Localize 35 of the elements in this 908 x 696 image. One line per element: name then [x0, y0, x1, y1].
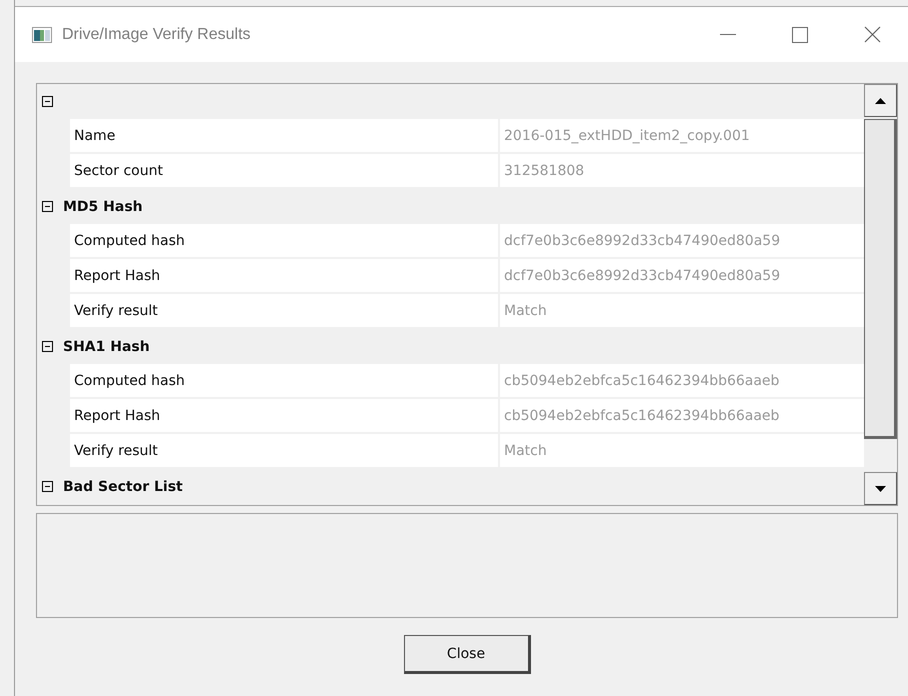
property-name: Report Hash	[70, 399, 500, 432]
group-title: SHA1 Hash	[63, 338, 150, 354]
group-title: MD5 Hash	[63, 198, 143, 214]
collapse-icon[interactable]	[42, 201, 53, 212]
property-name: Name	[70, 119, 500, 152]
scroll-down-button[interactable]	[864, 472, 897, 505]
property-name: Report Hash	[70, 259, 500, 292]
group-title: Bad Sector List	[63, 478, 183, 494]
property-name: Computed hash	[70, 224, 500, 257]
property-value: 312581808	[500, 154, 864, 187]
window-title: Drive/Image Verify Results	[62, 26, 252, 44]
scroll-thumb[interactable]	[864, 119, 897, 439]
down-arrow-icon	[875, 486, 886, 492]
property-value: 2016-015_extHDD_item2_copy.001	[500, 119, 864, 152]
property-name: Verify result	[70, 294, 500, 327]
property-name: Sector count	[70, 154, 500, 187]
close-icon	[864, 26, 880, 43]
close-dialog-button[interactable]: Close	[404, 635, 530, 674]
property-value: cb5094eb2ebfca5c16462394bb66aaeb	[500, 399, 864, 432]
property-name: Computed hash	[70, 364, 500, 397]
collapse-icon[interactable]	[42, 481, 53, 492]
scroll-up-button[interactable]	[864, 84, 897, 117]
scrollbar[interactable]	[864, 84, 897, 505]
up-arrow-icon	[875, 98, 886, 104]
minimize-icon	[720, 34, 736, 36]
collapse-icon[interactable]	[42, 341, 53, 352]
property-value: dcf7e0b3c6e8992d33cb47490ed80a59	[500, 259, 864, 292]
collapse-icon[interactable]	[42, 96, 53, 107]
app-icon	[32, 26, 52, 42]
property-name: Verify result	[70, 434, 500, 467]
property-value: Match	[500, 294, 864, 327]
property-value: Match	[500, 434, 864, 467]
maximize-icon	[792, 26, 808, 42]
property-value: cb5094eb2ebfca5c16462394bb66aaeb	[500, 364, 864, 397]
property-value: dcf7e0b3c6e8992d33cb47490ed80a59	[500, 224, 864, 257]
